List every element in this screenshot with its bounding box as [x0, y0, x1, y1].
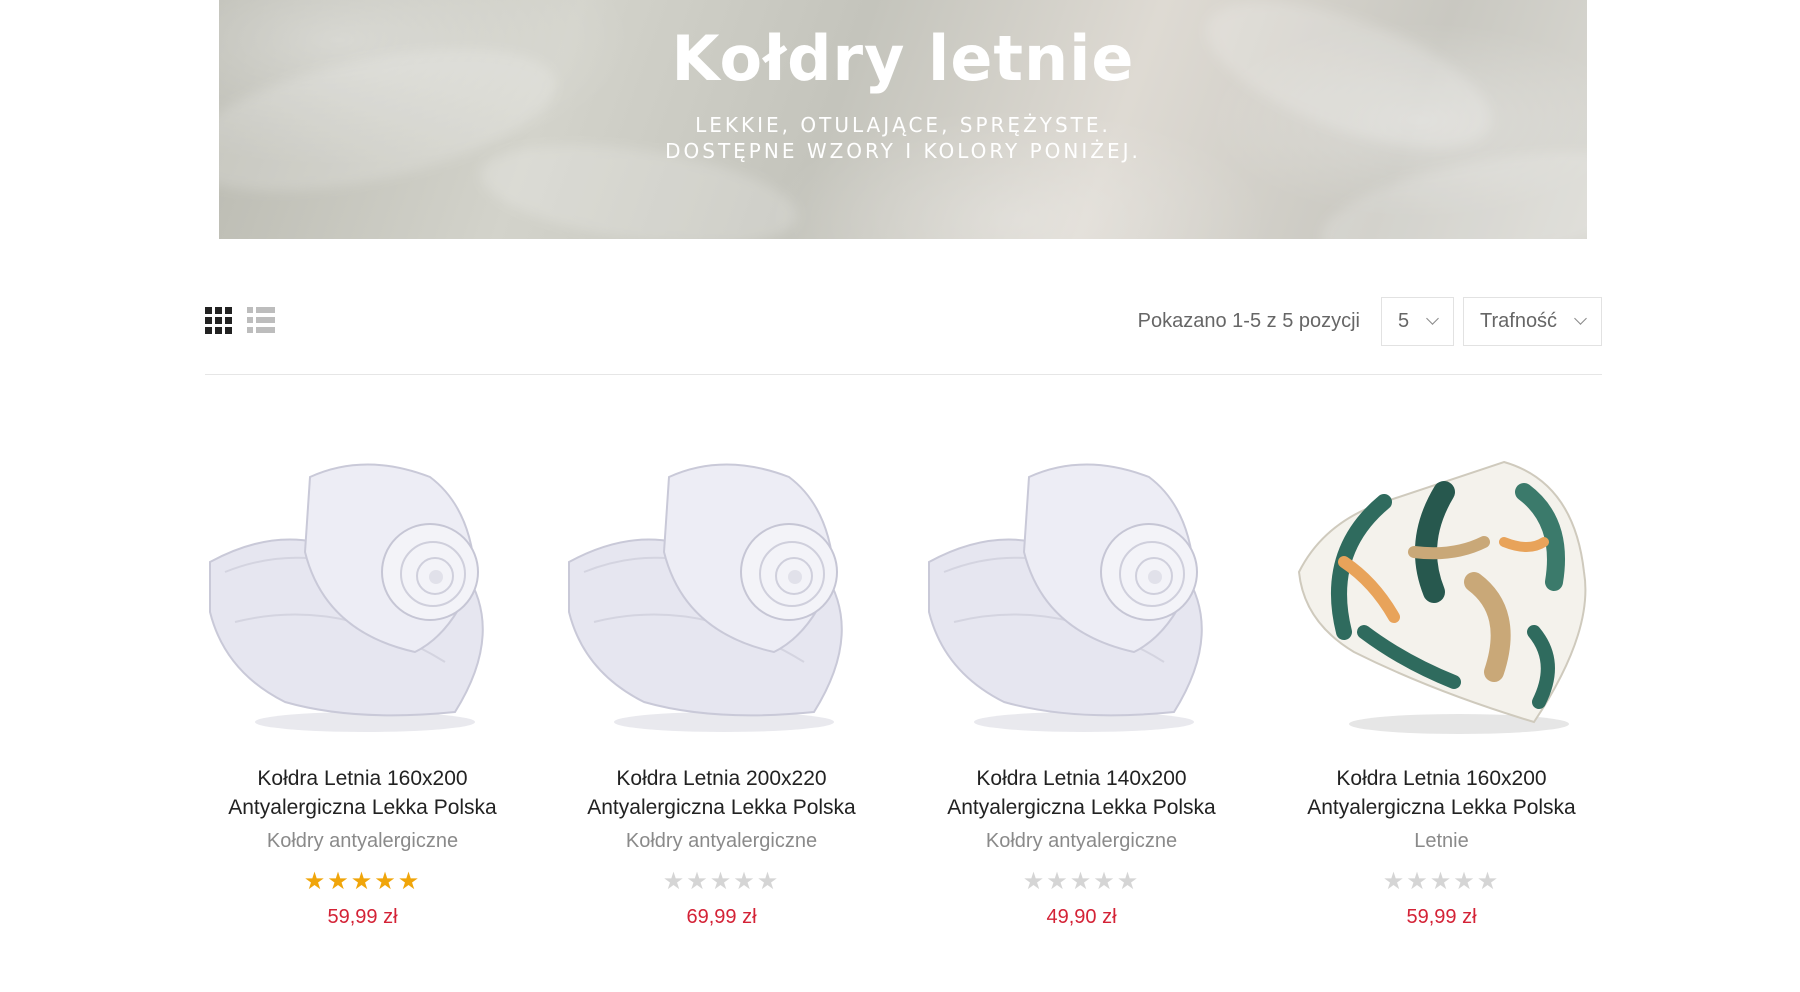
rating-stars: ★★★★★: [924, 867, 1239, 896]
product-title-line1[interactable]: Kołdra Letnia 160x200: [205, 764, 520, 793]
product-title[interactable]: Kołdra Letnia 140x200 Antyalergiczna Lek…: [924, 764, 1239, 822]
star-icon: ★: [397, 868, 422, 895]
product-title-line2[interactable]: Antyalergiczna Lekka Polska: [564, 793, 879, 822]
product-image[interactable]: [564, 432, 879, 750]
star-icon: ★: [1429, 868, 1454, 895]
toolbar-divider: [205, 374, 1602, 375]
banner-title: Kołdry letnie: [671, 22, 1135, 95]
product-title-line2[interactable]: Antyalergiczna Lekka Polska: [1284, 793, 1599, 822]
product-title[interactable]: Kołdra Letnia 200x220 Antyalergiczna Lek…: [564, 764, 879, 822]
product-title-line1[interactable]: Kołdra Letnia 200x220: [564, 764, 879, 793]
product-price: 59,99 zł: [327, 906, 398, 928]
rating-stars: ★★★★★: [564, 867, 879, 896]
rating-stars: ★★★★★: [1284, 867, 1599, 896]
product-title-line2[interactable]: Antyalergiczna Lekka Polska: [205, 793, 520, 822]
product-card[interactable]: Kołdra Letnia 200x220 Antyalergiczna Lek…: [564, 432, 879, 929]
product-title-line1[interactable]: Kołdra Letnia 140x200: [924, 764, 1239, 793]
product-image[interactable]: [1284, 432, 1599, 750]
star-icon: ★: [1453, 868, 1477, 895]
product-price: 69,99 zł: [686, 906, 757, 928]
product-category[interactable]: Kołdry antyalergiczne: [564, 830, 879, 853]
product-title-line2[interactable]: Antyalergiczna Lekka Polska: [924, 793, 1239, 822]
results-count: Pokazano 1-5 z 5 pozycji: [1137, 310, 1360, 332]
list-view-icon[interactable]: [247, 307, 275, 335]
product-category[interactable]: Letnie: [1284, 830, 1599, 853]
star-icon: ★: [374, 868, 398, 895]
product-title[interactable]: Kołdra Letnia 160x200 Antyalergiczna Lek…: [205, 764, 520, 822]
star-icon: ★: [1046, 868, 1070, 895]
star-icon: ★: [1022, 868, 1047, 895]
star-icon: ★: [756, 868, 781, 895]
rating-stars: ★★★★★: [205, 867, 520, 896]
star-icon: ★: [662, 868, 687, 895]
product-image[interactable]: [924, 432, 1239, 750]
chevron-down-icon: [1426, 312, 1439, 325]
star-icon: ★: [1382, 868, 1407, 895]
star-icon: ★: [733, 868, 757, 895]
per-page-value: 5: [1398, 310, 1410, 332]
product-toolbar: Pokazano 1-5 z 5 pozycji 5 Trafność: [205, 297, 1602, 347]
star-icon: ★: [709, 868, 734, 895]
product-category[interactable]: Kołdry antyalergiczne: [205, 830, 520, 853]
product-image[interactable]: [205, 432, 520, 750]
star-icon: ★: [1069, 868, 1094, 895]
banner-subtitle: LEKKIE, OTULAJĄCE, SPRĘŻYSTE. DOSTĘPNE W…: [219, 112, 1587, 164]
star-icon: ★: [303, 868, 328, 895]
product-card[interactable]: Kołdra Letnia 140x200 Antyalergiczna Lek…: [924, 432, 1239, 929]
sort-value: Trafność: [1480, 310, 1558, 332]
product-price: 59,99 zł: [1406, 906, 1477, 928]
banner-subtitle-line2: DOSTĘPNE WZORY I KOLORY PONIŻEJ.: [665, 139, 1141, 163]
star-icon: ★: [1116, 868, 1141, 895]
product-card[interactable]: Kołdra Letnia 160x200 Antyalergiczna Lek…: [205, 432, 520, 929]
star-icon: ★: [1476, 868, 1501, 895]
grid-view-icon[interactable]: [205, 307, 233, 335]
banner-subtitle-line1: LEKKIE, OTULAJĄCE, SPRĘŻYSTE.: [695, 113, 1111, 137]
star-icon: ★: [1406, 868, 1430, 895]
product-title-line1[interactable]: Kołdra Letnia 160x200: [1284, 764, 1599, 793]
star-icon: ★: [686, 868, 710, 895]
sort-select[interactable]: Trafność: [1463, 297, 1602, 346]
product-card[interactable]: Kołdra Letnia 160x200 Antyalergiczna Lek…: [1284, 432, 1599, 929]
star-icon: ★: [327, 868, 351, 895]
star-icon: ★: [1093, 868, 1117, 895]
star-icon: ★: [350, 868, 375, 895]
per-page-select[interactable]: 5: [1381, 297, 1454, 346]
category-banner: Kołdry letnie LEKKIE, OTULAJĄCE, SPRĘŻYS…: [219, 0, 1587, 239]
product-title[interactable]: Kołdra Letnia 160x200 Antyalergiczna Lek…: [1284, 764, 1599, 822]
product-category[interactable]: Kołdry antyalergiczne: [924, 830, 1239, 853]
chevron-down-icon: [1574, 312, 1587, 325]
product-price: 49,90 zł: [1046, 906, 1117, 928]
